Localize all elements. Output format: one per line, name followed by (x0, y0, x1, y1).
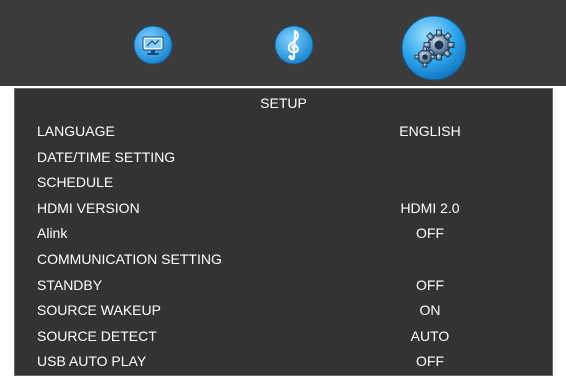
menu-item-source-wakeup[interactable]: SOURCE WAKEUP ON (15, 299, 552, 325)
menu-item-label: LANGUAGE (37, 123, 115, 139)
menu-item-label: STANDBY (37, 276, 103, 293)
menu-item-label: SOURCE DETECT (37, 327, 157, 344)
menu-item-value: ON (419, 302, 441, 319)
menu-item-date-time-setting[interactable]: DATE/TIME SETTING (15, 146, 552, 172)
menu-item-label: SOURCE WAKEUP (37, 302, 161, 319)
menu-item-schedule[interactable]: SCHEDULE (15, 171, 552, 197)
menu-item-source-detect[interactable]: SOURCE DETECT AUTO (15, 325, 552, 351)
setup-gear-icon[interactable] (401, 15, 467, 81)
menu-item-value: HDMI 2.0 (400, 199, 460, 216)
panel-title: SETUP (260, 95, 307, 111)
menu-item-label: HDMI VERSION (37, 199, 140, 216)
audio-settings-icon[interactable] (274, 25, 314, 65)
menu-item-hdmi-version[interactable]: HDMI VERSION HDMI 2.0 (15, 197, 552, 223)
menu-item-usb-auto-play[interactable]: USB AUTO PLAY OFF (15, 350, 552, 376)
menu-item-label: Alink (37, 225, 68, 242)
menu-item-value: OFF (416, 276, 444, 293)
menu-item-label: COMMUNICATION SETTING (37, 250, 222, 267)
menu-category-bar (0, 0, 566, 86)
menu-item-alink[interactable]: Alink OFF (15, 222, 552, 248)
menu-item-value: OFF (416, 225, 444, 242)
menu-item-communication-setting[interactable]: COMMUNICATION SETTING (15, 248, 552, 274)
setup-panel: SETUP LANGUAGE ENGLISH DATE/TIME SETTING… (14, 88, 553, 376)
display-settings-icon[interactable] (133, 25, 173, 65)
menu-item-value: OFF (416, 353, 444, 370)
setup-menu-list: LANGUAGE ENGLISH DATE/TIME SETTING SCHED… (15, 120, 552, 376)
menu-item-value: AUTO (410, 327, 450, 344)
menu-item-label: SCHEDULE (37, 174, 114, 191)
menu-item-language[interactable]: LANGUAGE ENGLISH (15, 120, 552, 146)
menu-item-standby[interactable]: STANDBY OFF (15, 274, 552, 300)
menu-item-value: ENGLISH (399, 123, 461, 139)
menu-item-label: USB AUTO PLAY (37, 353, 147, 370)
menu-item-label: DATE/TIME SETTING (37, 148, 176, 165)
osd-menu: SETUP LANGUAGE ENGLISH DATE/TIME SETTING… (0, 0, 566, 381)
